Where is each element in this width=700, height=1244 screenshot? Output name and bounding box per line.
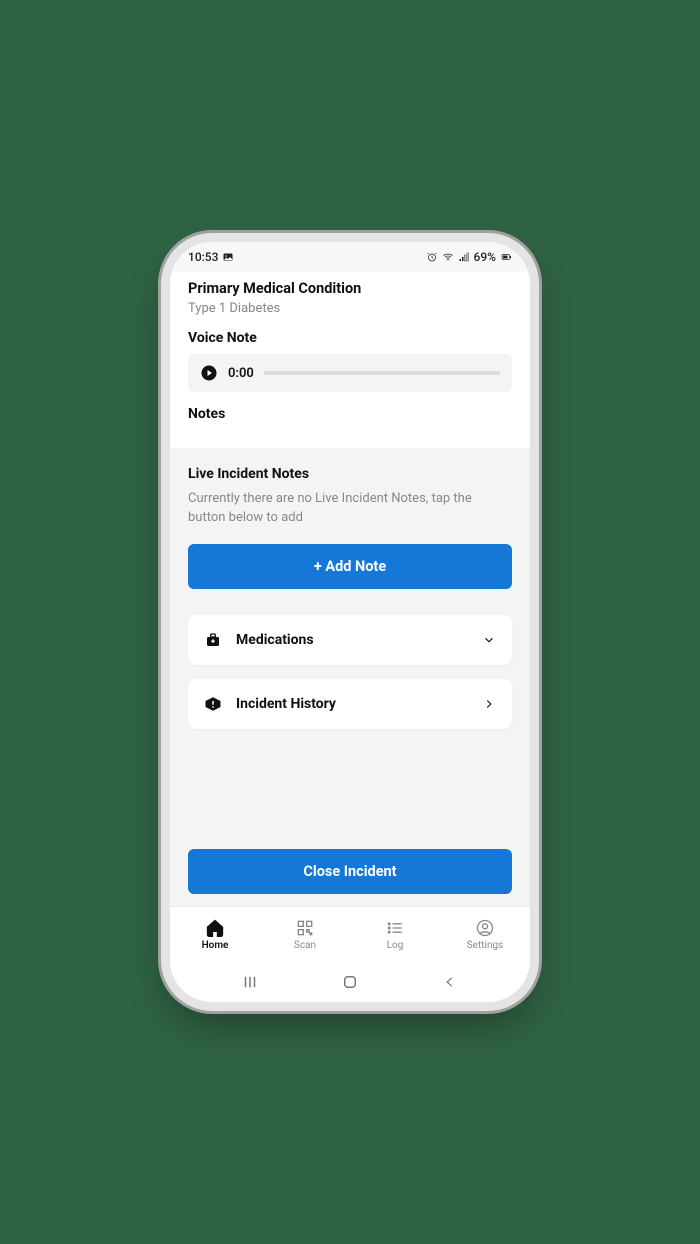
android-back-button[interactable] — [435, 967, 465, 997]
live-incident-title: Live Incident Notes — [188, 466, 512, 482]
voice-note-time: 0:00 — [228, 366, 254, 381]
chevron-right-icon — [482, 697, 496, 711]
android-recent-button[interactable] — [235, 967, 265, 997]
screen-content: Primary Medical Condition Type 1 Diabete… — [170, 272, 530, 906]
android-home-button[interactable] — [335, 967, 365, 997]
play-icon — [200, 364, 218, 382]
signal-icon — [458, 251, 470, 263]
tab-settings-label: Settings — [467, 940, 504, 951]
tab-home[interactable]: Home — [170, 907, 260, 962]
tab-home-label: Home — [202, 940, 229, 951]
phone-frame: 10:53 69% Primary Medical Condition Type… — [170, 242, 530, 1002]
status-bar: 10:53 69% — [170, 242, 530, 272]
user-icon — [475, 918, 495, 938]
wifi-icon — [442, 251, 454, 263]
tab-settings[interactable]: Settings — [440, 907, 530, 962]
tab-bar: Home Scan Log Settings — [170, 906, 530, 962]
tab-scan[interactable]: Scan — [260, 907, 350, 962]
live-incident-section: Live Incident Notes Currently there are … — [170, 448, 530, 607]
bottom-action-area: Close Incident — [170, 761, 530, 906]
status-battery: 69% — [474, 250, 496, 264]
rows-section: Medications Incident History — [170, 607, 530, 761]
medkit-icon — [204, 631, 222, 649]
home-icon — [205, 918, 225, 938]
list-icon — [385, 918, 405, 938]
voice-note-track[interactable] — [264, 371, 500, 375]
medications-label: Medications — [236, 632, 468, 648]
notes-title: Notes — [188, 406, 512, 422]
status-time: 10:53 — [188, 250, 218, 264]
battery-icon — [500, 251, 512, 263]
voice-note-player[interactable]: 0:00 — [188, 354, 512, 392]
primary-condition-value: Type 1 Diabetes — [188, 301, 512, 316]
qr-icon — [295, 918, 315, 938]
android-nav-bar — [170, 962, 530, 1002]
alarm-icon — [426, 251, 438, 263]
medications-row[interactable]: Medications — [188, 615, 512, 665]
image-icon — [222, 251, 234, 263]
tab-log-label: Log — [387, 940, 404, 951]
live-incident-empty-text: Currently there are no Live Incident Not… — [188, 490, 512, 528]
voice-note-title: Voice Note — [188, 330, 512, 346]
primary-condition-title: Primary Medical Condition — [188, 280, 512, 297]
alert-icon — [204, 695, 222, 713]
tab-log[interactable]: Log — [350, 907, 440, 962]
chevron-down-icon — [482, 633, 496, 647]
incident-history-row[interactable]: Incident History — [188, 679, 512, 729]
add-note-button[interactable]: + Add Note — [188, 544, 512, 589]
close-incident-button[interactable]: Close Incident — [188, 849, 512, 894]
tab-scan-label: Scan — [294, 940, 316, 951]
incident-history-label: Incident History — [236, 696, 468, 712]
primary-condition-section: Primary Medical Condition Type 1 Diabete… — [170, 272, 530, 448]
